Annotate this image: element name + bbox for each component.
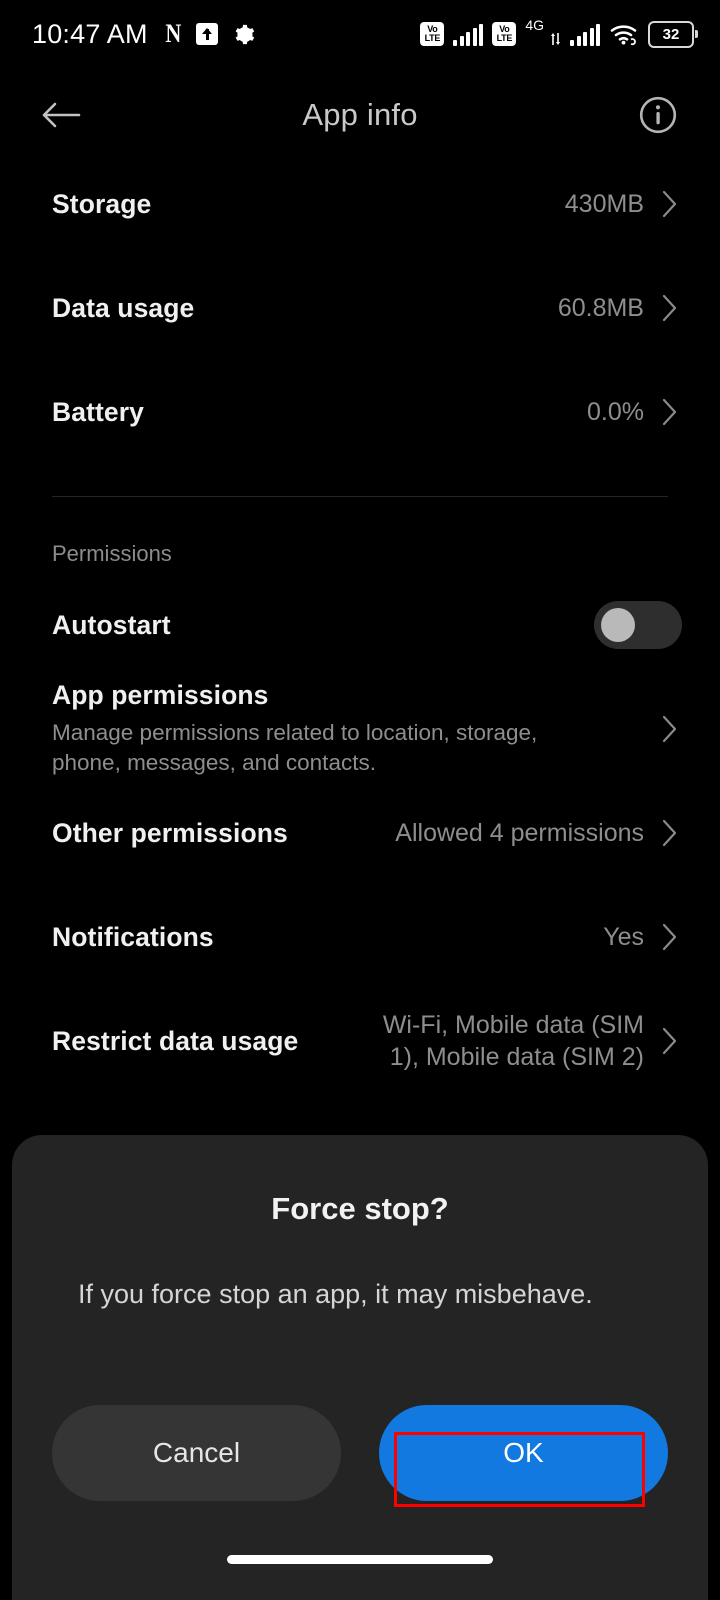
gesture-home-pill[interactable] <box>227 1555 493 1564</box>
dialog-actions: Cancel OK <box>52 1405 668 1501</box>
cancel-button[interactable]: Cancel <box>52 1405 341 1501</box>
dialog-message: If you force stop an app, it may misbeha… <box>78 1279 593 1309</box>
phone-screen: 10:47 AM N Vo LTE Vo LTE 4G 32 App info … <box>0 0 720 1600</box>
ok-button[interactable]: OK <box>379 1405 668 1501</box>
navigation-bar <box>0 1530 720 1600</box>
dialog-title: Force stop? <box>271 1191 449 1226</box>
